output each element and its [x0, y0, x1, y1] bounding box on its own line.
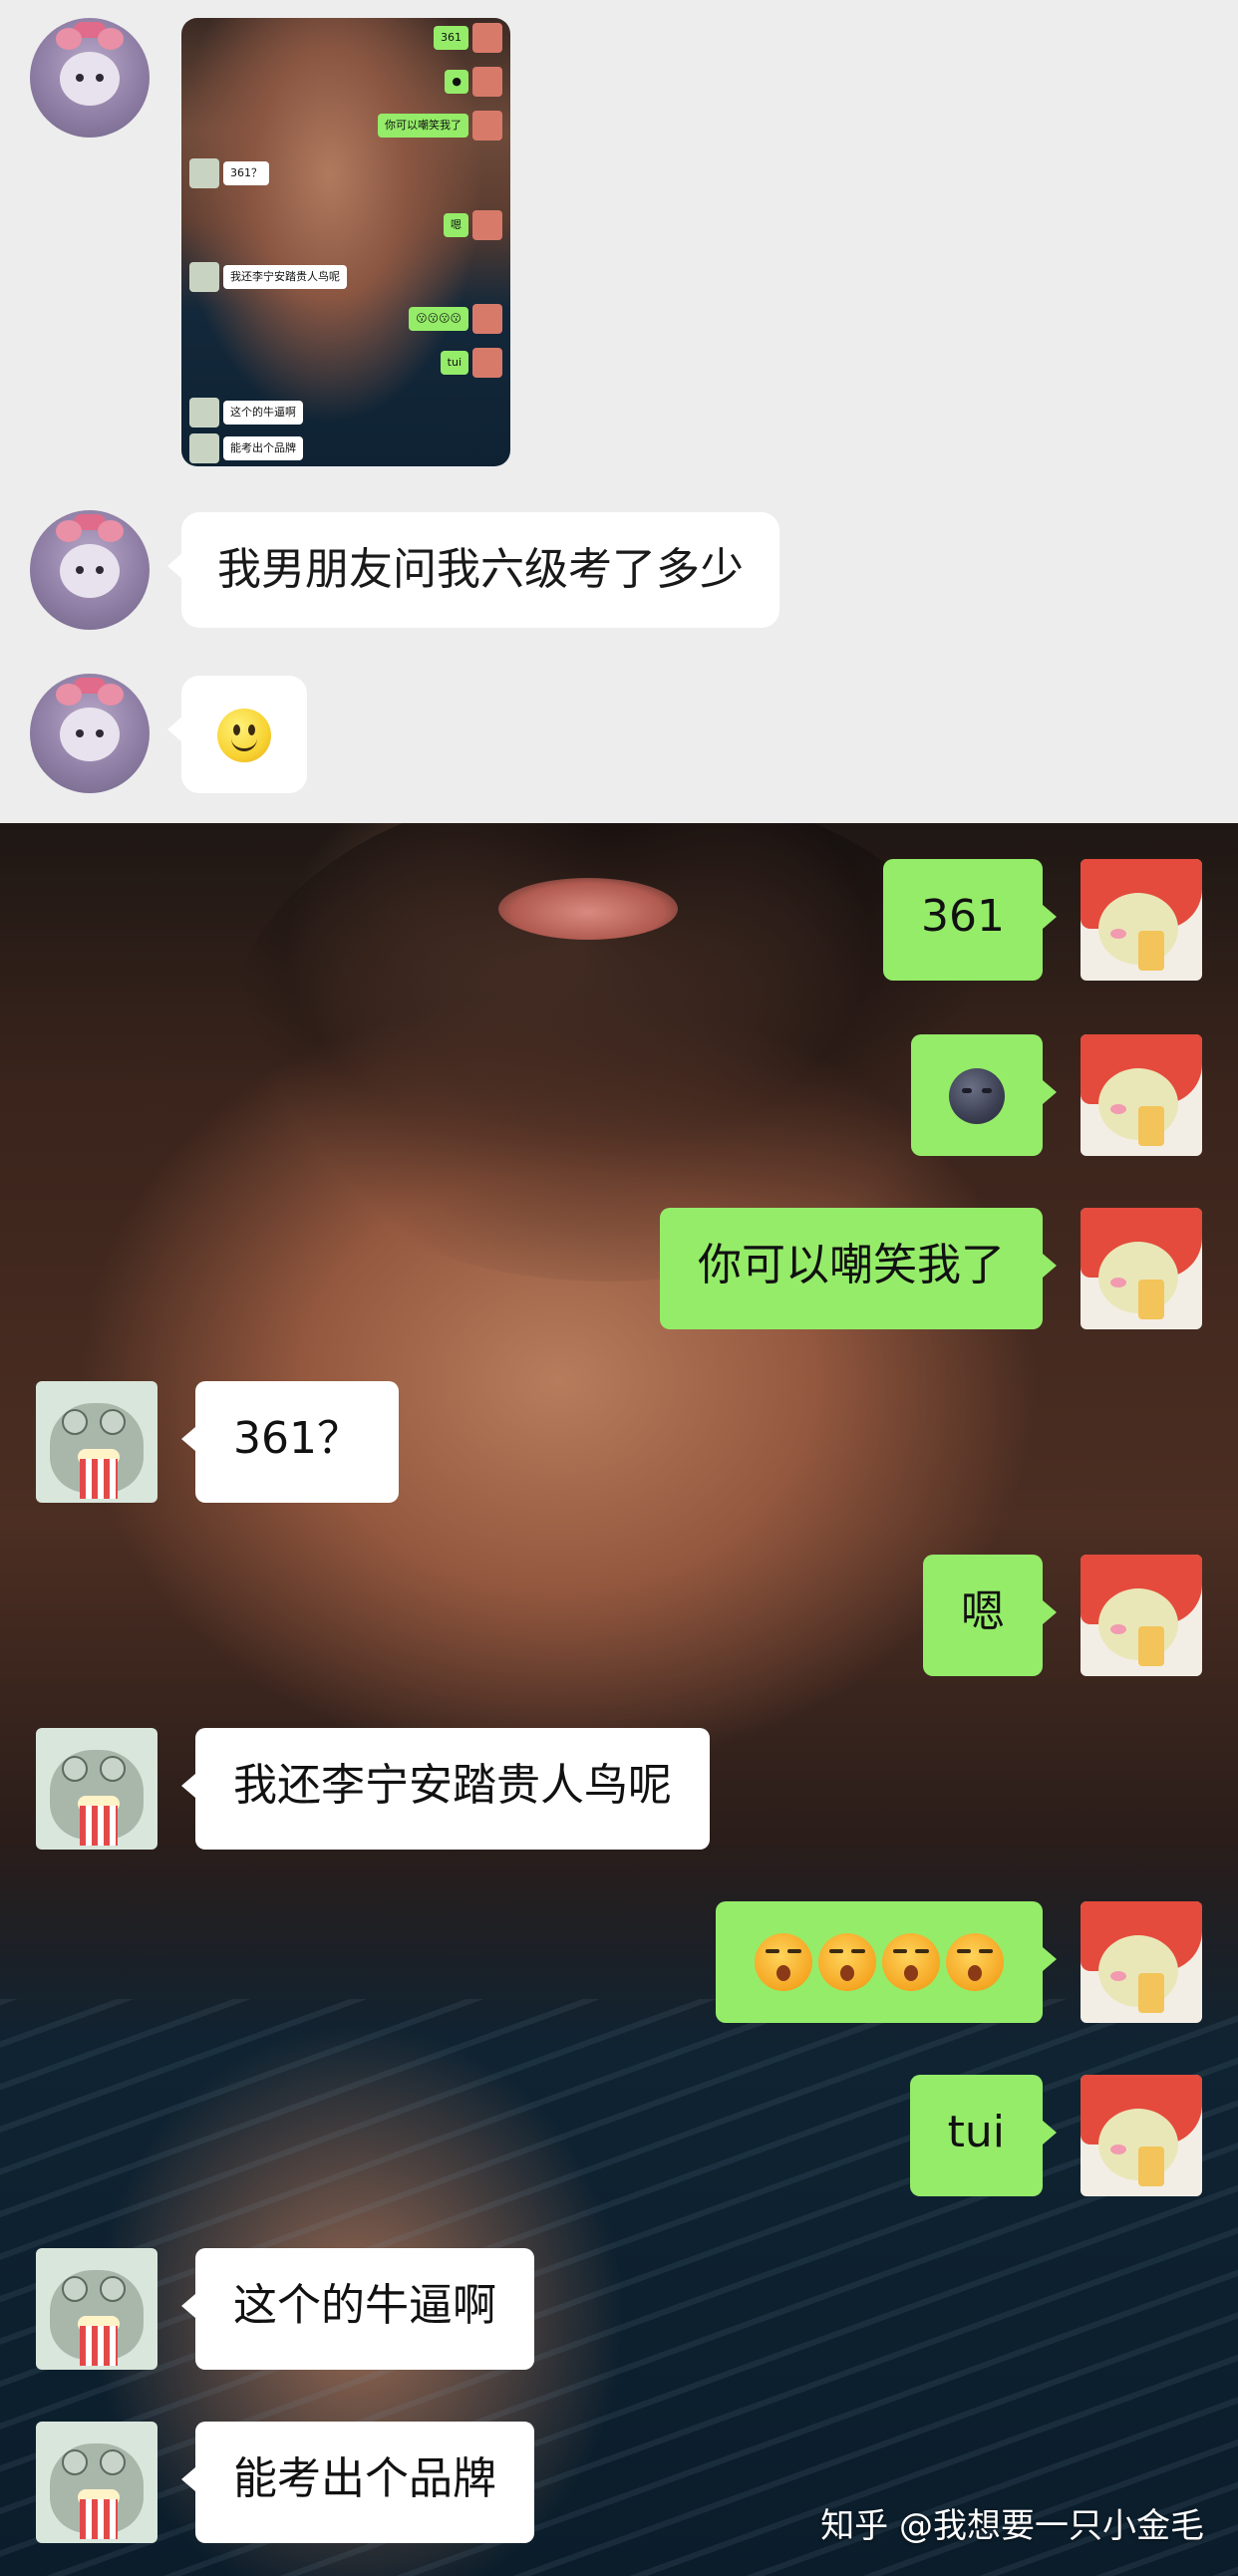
- thumb-bubble: 361: [434, 26, 468, 50]
- kissing-face-icon: [818, 1933, 876, 1991]
- message-bubble-received[interactable]: 这个的牛逼啊: [181, 2248, 534, 2370]
- message-bubble-received[interactable]: 我还李宁安踏贵人鸟呢: [181, 1728, 710, 1850]
- contact-avatar[interactable]: [30, 510, 150, 630]
- message-bubble-sent[interactable]: 361: [883, 859, 1057, 981]
- thumb-bubble: 你可以嘲笑我了: [378, 114, 468, 138]
- thumb-bubble: 这个的牛逼啊: [223, 401, 303, 425]
- message-bubble-received[interactable]: 能考出个品牌: [181, 2422, 534, 2543]
- kissing-face-icon: [946, 1933, 1004, 1991]
- my-avatar[interactable]: [1081, 1555, 1202, 1676]
- image-message-thumbnail[interactable]: 361 ● 你可以嘲笑我了 361？ 嗯 我还李宁安踏贵人鸟呢 😗😗😗😗 tui…: [181, 18, 510, 466]
- message-bubble-sent[interactable]: tui: [909, 2075, 1058, 2196]
- message-bubble-sent[interactable]: [716, 1901, 1057, 2023]
- kissing-face-icon: [755, 1933, 812, 1991]
- message-bubble[interactable]: 我男朋友问我六级考了多少: [167, 512, 779, 628]
- message-text: 361？: [233, 1413, 361, 1464]
- thumb-bubble-emoji: 😗😗😗😗: [409, 307, 468, 331]
- message-bubble-sent[interactable]: 嗯: [923, 1555, 1057, 1676]
- contact-avatar[interactable]: [36, 1728, 157, 1850]
- message-bubble-received[interactable]: 361？: [181, 1381, 399, 1503]
- message-bubble-sent[interactable]: 你可以嘲笑我了: [660, 1208, 1057, 1329]
- message-bubble-sent[interactable]: [911, 1034, 1057, 1156]
- message-text: 这个的牛逼啊: [233, 2280, 496, 2331]
- message-text: 我还李宁安踏贵人鸟呢: [233, 1760, 672, 1811]
- top-chat-panel: 361 ● 你可以嘲笑我了 361？ 嗯 我还李宁安踏贵人鸟呢 😗😗😗😗 tui…: [0, 0, 1238, 823]
- contact-avatar[interactable]: [36, 2422, 157, 2543]
- my-avatar[interactable]: [1081, 1208, 1202, 1329]
- my-avatar[interactable]: [1081, 1901, 1202, 2023]
- message-text: 能考出个品牌: [233, 2453, 496, 2504]
- bottom-chat-panel: 361 你可以嘲笑我了 361？ 嗯 我还李宁安踏贵人鸟呢 tui 这个的牛逼啊…: [0, 823, 1238, 2576]
- my-avatar[interactable]: [1081, 1034, 1202, 1156]
- my-avatar[interactable]: [1081, 2075, 1202, 2196]
- message-text: 我男朋友问我六级考了多少: [217, 544, 744, 595]
- message-bubble-emoji[interactable]: [167, 676, 307, 793]
- message-text: 361: [921, 891, 1005, 942]
- contact-avatar[interactable]: [30, 18, 150, 138]
- kissing-face-icon: [882, 1933, 940, 1991]
- thumb-bubble: 嗯: [444, 213, 468, 237]
- thumb-bubble: tui: [440, 351, 468, 375]
- thumb-bubble: 361？: [223, 161, 269, 185]
- thumb-bubble-emoji: ●: [445, 70, 468, 94]
- background-photo-lips: [498, 878, 678, 940]
- message-text: 你可以嘲笑我了: [698, 1240, 1005, 1290]
- new-moon-face-icon: [949, 1068, 1005, 1124]
- thumb-bubble: 能考出个品牌: [223, 436, 303, 460]
- thumb-bubble: 我还李宁安踏贵人鸟呢: [223, 265, 347, 289]
- contact-avatar[interactable]: [36, 1381, 157, 1503]
- zhihu-watermark: 知乎 @我想要一只小金毛: [820, 2506, 1204, 2546]
- contact-avatar[interactable]: [36, 2248, 157, 2370]
- message-text: 嗯: [961, 1586, 1005, 1637]
- message-text: tui: [947, 2107, 1005, 2157]
- contact-avatar[interactable]: [30, 674, 150, 793]
- slightly-smiling-face-icon: [217, 709, 271, 762]
- my-avatar[interactable]: [1081, 859, 1202, 981]
